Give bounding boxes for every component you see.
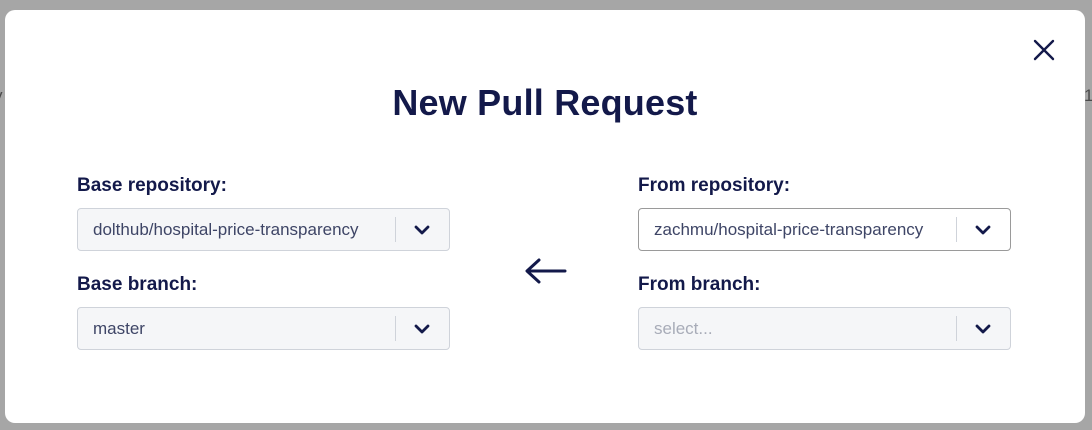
select-separator [956,316,957,341]
arrow-left-icon [525,258,567,284]
from-repository-select[interactable]: zachmu/hospital-price-transparency [638,208,1011,251]
base-branch-select[interactable]: master [77,307,450,350]
select-separator [395,316,396,341]
base-branch-value: master [93,319,145,338]
base-repository-select[interactable]: dolthub/hospital-price-transparency [77,208,450,251]
chevron-down-icon[interactable] [413,222,431,238]
background-text-fragment: y [0,86,3,106]
base-branch-label: Base branch: [77,274,198,295]
chevron-down-icon[interactable] [974,321,992,337]
select-separator [395,217,396,242]
close-button[interactable] [1032,38,1056,62]
from-branch-placeholder: select... [654,319,713,338]
close-icon [1033,39,1055,61]
base-repository-label: Base repository: [77,175,227,196]
select-separator [956,217,957,242]
from-branch-label: From branch: [638,274,761,295]
chevron-down-icon[interactable] [974,222,992,238]
from-branch-select[interactable]: select... [638,307,1011,350]
from-repository-label: From repository: [638,175,791,196]
from-repository-value: zachmu/hospital-price-transparency [654,220,924,239]
modal-title: New Pull Request [392,82,698,123]
base-repository-value: dolthub/hospital-price-transparency [93,220,359,239]
background-text-fragment: 1 [1084,86,1092,105]
new-pull-request-modal: New Pull Request Base repository: dolthu… [5,10,1085,423]
chevron-down-icon[interactable] [413,321,431,337]
